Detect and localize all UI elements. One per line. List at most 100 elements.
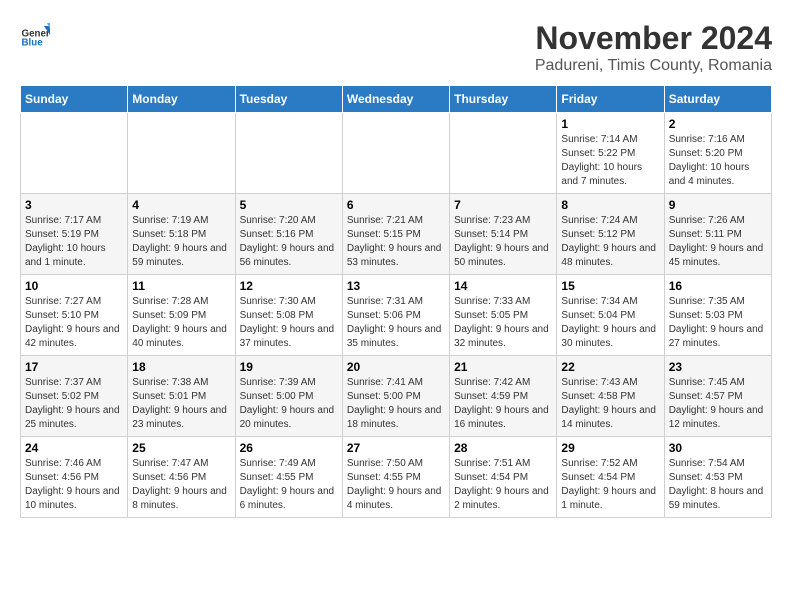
day-number: 13 xyxy=(347,279,445,293)
day-info: Sunrise: 7:37 AMSunset: 5:02 PMDaylight:… xyxy=(25,376,123,432)
calendar-week-row: 24 Sunrise: 7:46 AMSunset: 4:56 PMDayligh… xyxy=(21,437,772,518)
month-title: November 2024 xyxy=(535,20,772,57)
day-number: 9 xyxy=(669,198,767,212)
day-number: 15 xyxy=(561,279,659,293)
calendar-cell: 20 Sunrise: 7:41 AMSunset: 5:00 PMDayligh… xyxy=(342,356,449,437)
svg-text:Blue: Blue xyxy=(22,38,44,49)
calendar-cell: 12 Sunrise: 7:30 AMSunset: 5:08 PMDayligh… xyxy=(235,275,342,356)
day-info: Sunrise: 7:23 AMSunset: 5:14 PMDaylight:… xyxy=(454,214,552,270)
day-info: Sunrise: 7:17 AMSunset: 5:19 PMDaylight:… xyxy=(25,214,123,270)
day-info: Sunrise: 7:27 AMSunset: 5:10 PMDaylight:… xyxy=(25,295,123,351)
weekday-header-thursday: Thursday xyxy=(450,86,557,113)
day-number: 26 xyxy=(240,441,338,455)
logo: General Blue xyxy=(20,20,50,50)
calendar-cell: 3 Sunrise: 7:17 AMSunset: 5:19 PMDaylight… xyxy=(21,194,128,275)
calendar-week-row: 3 Sunrise: 7:17 AMSunset: 5:19 PMDaylight… xyxy=(21,194,772,275)
day-info: Sunrise: 7:46 AMSunset: 4:56 PMDaylight:… xyxy=(25,457,123,513)
day-number: 17 xyxy=(25,360,123,374)
day-info: Sunrise: 7:39 AMSunset: 5:00 PMDaylight:… xyxy=(240,376,338,432)
page-header: General Blue November 2024 Padureni, Tim… xyxy=(20,20,772,75)
day-number: 12 xyxy=(240,279,338,293)
calendar-cell xyxy=(342,113,449,194)
weekday-header-tuesday: Tuesday xyxy=(235,86,342,113)
day-info: Sunrise: 7:24 AMSunset: 5:12 PMDaylight:… xyxy=(561,214,659,270)
day-info: Sunrise: 7:28 AMSunset: 5:09 PMDaylight:… xyxy=(132,295,230,351)
day-number: 23 xyxy=(669,360,767,374)
day-number: 7 xyxy=(454,198,552,212)
day-number: 11 xyxy=(132,279,230,293)
calendar-cell: 2 Sunrise: 7:16 AMSunset: 5:20 PMDaylight… xyxy=(664,113,771,194)
calendar-week-row: 1 Sunrise: 7:14 AMSunset: 5:22 PMDaylight… xyxy=(21,113,772,194)
day-info: Sunrise: 7:30 AMSunset: 5:08 PMDaylight:… xyxy=(240,295,338,351)
calendar-cell: 9 Sunrise: 7:26 AMSunset: 5:11 PMDaylight… xyxy=(664,194,771,275)
day-number: 16 xyxy=(669,279,767,293)
weekday-header-sunday: Sunday xyxy=(21,86,128,113)
calendar-table: SundayMondayTuesdayWednesdayThursdayFrid… xyxy=(20,85,772,518)
day-info: Sunrise: 7:14 AMSunset: 5:22 PMDaylight:… xyxy=(561,133,659,189)
calendar-week-row: 17 Sunrise: 7:37 AMSunset: 5:02 PMDayligh… xyxy=(21,356,772,437)
day-number: 8 xyxy=(561,198,659,212)
calendar-cell: 22Sunrise: 7:43 AMSunset: 4:58 PMDayligh… xyxy=(557,356,664,437)
day-info: Sunrise: 7:45 AMSunset: 4:57 PMDaylight:… xyxy=(669,376,767,432)
day-info: Sunrise: 7:26 AMSunset: 5:11 PMDaylight:… xyxy=(669,214,767,270)
day-number: 6 xyxy=(347,198,445,212)
day-number: 30 xyxy=(669,441,767,455)
calendar-week-row: 10Sunrise: 7:27 AMSunset: 5:10 PMDayligh… xyxy=(21,275,772,356)
day-info: Sunrise: 7:21 AMSunset: 5:15 PMDaylight:… xyxy=(347,214,445,270)
calendar-cell: 28 Sunrise: 7:51 AMSunset: 4:54 PMDayligh… xyxy=(450,437,557,518)
day-info: Sunrise: 7:20 AMSunset: 5:16 PMDaylight:… xyxy=(240,214,338,270)
calendar-cell: 1 Sunrise: 7:14 AMSunset: 5:22 PMDaylight… xyxy=(557,113,664,194)
day-number: 28 xyxy=(454,441,552,455)
day-number: 14 xyxy=(454,279,552,293)
day-number: 22 xyxy=(561,360,659,374)
day-number: 3 xyxy=(25,198,123,212)
day-info: Sunrise: 7:31 AMSunset: 5:06 PMDaylight:… xyxy=(347,295,445,351)
day-info: Sunrise: 7:49 AMSunset: 4:55 PMDaylight:… xyxy=(240,457,338,513)
calendar-cell: 11 Sunrise: 7:28 AMSunset: 5:09 PMDayligh… xyxy=(128,275,235,356)
day-info: Sunrise: 7:16 AMSunset: 5:20 PMDaylight:… xyxy=(669,133,767,189)
calendar-cell: 21 Sunrise: 7:42 AMSunset: 4:59 PMDayligh… xyxy=(450,356,557,437)
day-number: 21 xyxy=(454,360,552,374)
day-info: Sunrise: 7:19 AMSunset: 5:18 PMDaylight:… xyxy=(132,214,230,270)
day-info: Sunrise: 7:35 AMSunset: 5:03 PMDaylight:… xyxy=(669,295,767,351)
calendar-cell: 19 Sunrise: 7:39 AMSunset: 5:00 PMDayligh… xyxy=(235,356,342,437)
day-info: Sunrise: 7:42 AMSunset: 4:59 PMDaylight:… xyxy=(454,376,552,432)
calendar-cell: 15Sunrise: 7:34 AMSunset: 5:04 PMDayligh… xyxy=(557,275,664,356)
calendar-cell: 25 Sunrise: 7:47 AMSunset: 4:56 PMDayligh… xyxy=(128,437,235,518)
day-number: 25 xyxy=(132,441,230,455)
calendar-cell: 10Sunrise: 7:27 AMSunset: 5:10 PMDayligh… xyxy=(21,275,128,356)
calendar-cell: 8 Sunrise: 7:24 AMSunset: 5:12 PMDaylight… xyxy=(557,194,664,275)
day-info: Sunrise: 7:38 AMSunset: 5:01 PMDaylight:… xyxy=(132,376,230,432)
day-number: 2 xyxy=(669,117,767,131)
calendar-cell: 29Sunrise: 7:52 AMSunset: 4:54 PMDayligh… xyxy=(557,437,664,518)
calendar-cell: 23 Sunrise: 7:45 AMSunset: 4:57 PMDayligh… xyxy=(664,356,771,437)
day-number: 19 xyxy=(240,360,338,374)
calendar-cell xyxy=(128,113,235,194)
logo-icon: General Blue xyxy=(20,20,50,50)
calendar-cell xyxy=(450,113,557,194)
day-number: 29 xyxy=(561,441,659,455)
calendar-cell: 14Sunrise: 7:33 AMSunset: 5:05 PMDayligh… xyxy=(450,275,557,356)
calendar-cell: 27Sunrise: 7:50 AMSunset: 4:55 PMDayligh… xyxy=(342,437,449,518)
day-number: 18 xyxy=(132,360,230,374)
day-number: 1 xyxy=(561,117,659,131)
day-info: Sunrise: 7:47 AMSunset: 4:56 PMDaylight:… xyxy=(132,457,230,513)
calendar-cell: 24 Sunrise: 7:46 AMSunset: 4:56 PMDayligh… xyxy=(21,437,128,518)
day-info: Sunrise: 7:41 AMSunset: 5:00 PMDaylight:… xyxy=(347,376,445,432)
calendar-cell xyxy=(235,113,342,194)
day-info: Sunrise: 7:54 AMSunset: 4:53 PMDaylight:… xyxy=(669,457,767,513)
calendar-cell: 7 Sunrise: 7:23 AMSunset: 5:14 PMDaylight… xyxy=(450,194,557,275)
title-section: November 2024 Padureni, Timis County, Ro… xyxy=(535,20,772,75)
calendar-cell: 6 Sunrise: 7:21 AMSunset: 5:15 PMDaylight… xyxy=(342,194,449,275)
location-subtitle: Padureni, Timis County, Romania xyxy=(535,57,772,75)
day-number: 5 xyxy=(240,198,338,212)
calendar-cell: 5 Sunrise: 7:20 AMSunset: 5:16 PMDaylight… xyxy=(235,194,342,275)
day-info: Sunrise: 7:51 AMSunset: 4:54 PMDaylight:… xyxy=(454,457,552,513)
calendar-cell xyxy=(21,113,128,194)
calendar-cell: 17 Sunrise: 7:37 AMSunset: 5:02 PMDayligh… xyxy=(21,356,128,437)
weekday-header-row: SundayMondayTuesdayWednesdayThursdayFrid… xyxy=(21,86,772,113)
calendar-cell: 26 Sunrise: 7:49 AMSunset: 4:55 PMDayligh… xyxy=(235,437,342,518)
weekday-header-wednesday: Wednesday xyxy=(342,86,449,113)
day-number: 24 xyxy=(25,441,123,455)
day-number: 20 xyxy=(347,360,445,374)
